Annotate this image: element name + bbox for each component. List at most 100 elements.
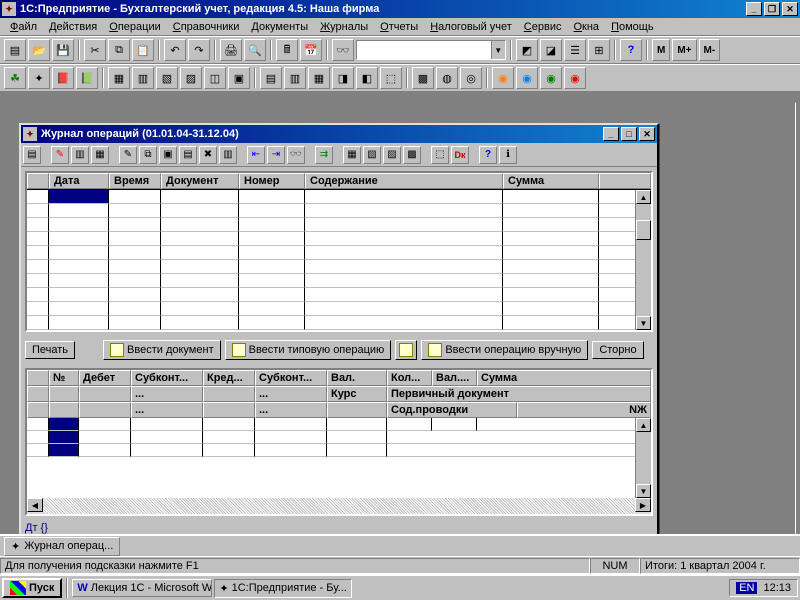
tb2-3-icon[interactable]: 📕 — [52, 67, 74, 89]
help-icon[interactable]: ? — [620, 39, 642, 61]
dcol-num[interactable]: № — [49, 370, 79, 386]
journal-max-button[interactable]: □ — [621, 127, 637, 141]
jt-11-icon[interactable]: ⇤ — [247, 146, 265, 164]
tb2-11-icon[interactable]: ▤ — [260, 67, 282, 89]
tb2-18-icon[interactable]: ◍ — [436, 67, 458, 89]
tb2-22-icon[interactable]: ◉ — [540, 67, 562, 89]
jt-17-icon[interactable]: ▨ — [383, 146, 401, 164]
operations-grid[interactable]: Дата Время Документ Номер Содержание Сум… — [25, 171, 653, 332]
jt-12-icon[interactable]: ⇥ — [267, 146, 285, 164]
tb2-21-icon[interactable]: ◉ — [516, 67, 538, 89]
open-icon[interactable]: 📂 — [28, 39, 50, 61]
jt-dk-icon[interactable]: Dк — [451, 146, 469, 164]
menu-tax[interactable]: Налоговый учет — [424, 19, 518, 35]
jt-19-icon[interactable]: ⬚ — [431, 146, 449, 164]
menu-journals[interactable]: Журналы — [314, 19, 374, 35]
menu-operations[interactable]: Операции — [103, 19, 166, 35]
mdi-doc-journal[interactable]: ✦ Журнал операц... — [4, 537, 120, 556]
dcol-kol[interactable]: Кол... — [387, 370, 432, 386]
tb2-12-icon[interactable]: ▥ — [284, 67, 306, 89]
close-button[interactable]: ✕ — [782, 2, 798, 16]
jt-16-icon[interactable]: ▧ — [363, 146, 381, 164]
tb2-8-icon[interactable]: ▨ — [180, 67, 202, 89]
task-1c[interactable]: ✦1С:Предприятие - Бу... — [214, 579, 351, 598]
search-combo[interactable]: ▼ — [356, 40, 506, 60]
dcol-subk2[interactable]: Субконт... — [255, 370, 327, 386]
menu-reports[interactable]: Отчеты — [374, 19, 424, 35]
cut-icon[interactable]: ✂ — [84, 39, 106, 61]
detail-grid[interactable]: № Дебет Субконт... Кред... Субконт... Ва… — [25, 368, 653, 516]
jt-2-icon[interactable]: ✎ — [51, 146, 69, 164]
jt-4-icon[interactable]: ▦ — [91, 146, 109, 164]
tb2-5-icon[interactable]: ▦ — [108, 67, 130, 89]
col-time[interactable]: Время — [109, 173, 161, 189]
tb2-19-icon[interactable]: ◎ — [460, 67, 482, 89]
jt-9-icon[interactable]: ✖ — [199, 146, 217, 164]
detail-vscroll[interactable]: ▲▼ — [635, 418, 651, 498]
menu-refs[interactable]: Справочники — [167, 19, 246, 35]
enter-manual-button[interactable]: Ввести операцию вручную — [421, 340, 588, 360]
jt-8-icon[interactable]: ▤ — [179, 146, 197, 164]
detail-body[interactable]: ▲▼ — [27, 418, 651, 498]
tb2-13-icon[interactable]: ▦ — [308, 67, 330, 89]
task-word[interactable]: WЛекция 1С - Microsoft Word — [72, 579, 212, 597]
menu-service[interactable]: Сервис — [518, 19, 568, 35]
tb2-17-icon[interactable]: ▩ — [412, 67, 434, 89]
jt-15-icon[interactable]: ▦ — [343, 146, 361, 164]
jt-5-icon[interactable]: ✎ — [119, 146, 137, 164]
search-input[interactable] — [357, 44, 491, 56]
tb2-9-icon[interactable]: ◫ — [204, 67, 226, 89]
dcol-val2[interactable]: Вал.... — [432, 370, 477, 386]
col-marker[interactable] — [27, 173, 49, 189]
tb2-4-icon[interactable]: 📗 — [76, 67, 98, 89]
chevron-down-icon[interactable]: ▼ — [491, 41, 505, 59]
dcol-subk1[interactable]: Субконт... — [131, 370, 203, 386]
col-content[interactable]: Содержание — [305, 173, 503, 189]
journal-min-button[interactable]: _ — [603, 127, 619, 141]
jt-help-icon[interactable]: ? — [479, 146, 497, 164]
jt-18-icon[interactable]: ▩ — [403, 146, 421, 164]
menu-documents[interactable]: Документы — [245, 19, 314, 35]
dcol-val[interactable]: Вал. — [327, 370, 387, 386]
jt-10-icon[interactable]: ▥ — [219, 146, 237, 164]
jt-7-icon[interactable]: ▣ — [159, 146, 177, 164]
tb2-6-icon[interactable]: ▥ — [132, 67, 154, 89]
mem-m-button[interactable]: M — [652, 39, 670, 61]
dcol-marker[interactable] — [27, 370, 49, 386]
enter-document-button[interactable]: Ввести документ — [103, 340, 221, 360]
menu-file[interactable]: Файл — [4, 19, 43, 35]
lang-indicator[interactable]: EN — [736, 582, 757, 594]
menu-help[interactable]: Помощь — [605, 19, 660, 35]
col-document[interactable]: Документ — [161, 173, 239, 189]
print-button[interactable]: Печать — [25, 341, 75, 359]
system-tray[interactable]: EN 12:13 — [729, 579, 798, 597]
jt-new-icon[interactable]: ▤ — [23, 146, 41, 164]
calc-icon[interactable]: 🖩 — [276, 39, 298, 61]
dcol-kurs[interactable]: Курс — [327, 386, 387, 402]
tb2-10-icon[interactable]: ▣ — [228, 67, 250, 89]
paste-icon[interactable]: 📋 — [132, 39, 154, 61]
tb2-1-icon[interactable]: ☘ — [4, 67, 26, 89]
storno-button[interactable]: Сторно — [592, 341, 643, 359]
preview-icon[interactable]: 🔍 — [244, 39, 266, 61]
tb2-7-icon[interactable]: ▧ — [156, 67, 178, 89]
mem-mminus-button[interactable]: M- — [699, 39, 721, 61]
col-date[interactable]: Дата — [49, 173, 109, 189]
jt-3-icon[interactable]: ▥ — [71, 146, 89, 164]
tb2-23-icon[interactable]: ◉ — [564, 67, 586, 89]
menu-actions[interactable]: Действия — [43, 19, 103, 35]
jt-14-icon[interactable]: ⇉ — [315, 146, 333, 164]
jt-whatsthis-icon[interactable]: ℹ — [499, 146, 517, 164]
jt-13-icon[interactable]: 👓 — [287, 146, 305, 164]
enter-typical-small-button[interactable] — [395, 340, 417, 360]
tb-b-icon[interactable]: ◪ — [540, 39, 562, 61]
dcol-prim[interactable]: Первичный документ — [387, 386, 651, 402]
dcol-kred[interactable]: Кред... — [203, 370, 255, 386]
enter-typical-button[interactable]: Ввести типовую операцию — [225, 340, 392, 360]
restore-button[interactable]: ❐ — [764, 2, 780, 16]
dcol-debet[interactable]: Дебет — [79, 370, 131, 386]
start-button[interactable]: Пуск — [2, 578, 62, 598]
detail-hscroll[interactable]: ◀▶ — [27, 498, 651, 514]
tb2-14-icon[interactable]: ◨ — [332, 67, 354, 89]
print-icon[interactable]: 🖨 — [220, 39, 242, 61]
